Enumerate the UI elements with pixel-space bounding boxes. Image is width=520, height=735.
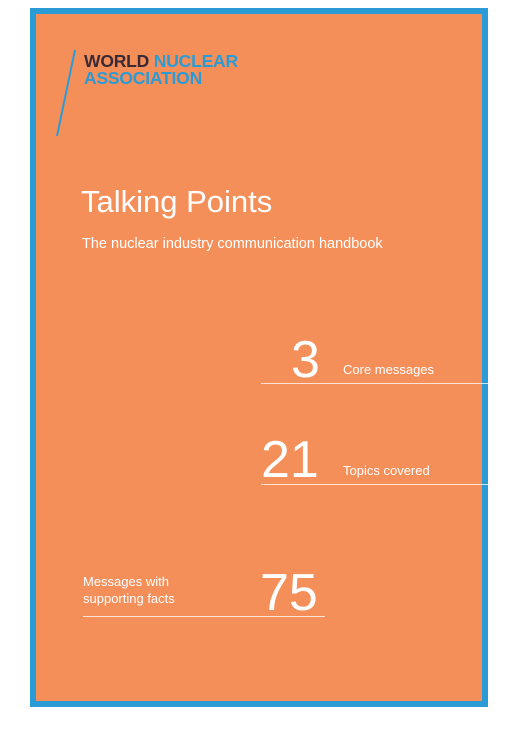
stat-messages-with-facts: Messages with supporting facts 75 bbox=[83, 564, 325, 622]
logo-slash-mark bbox=[56, 49, 76, 137]
stat-topics-covered: 21 Topics covered bbox=[261, 431, 503, 489]
logo-text-line2: ASSOCIATION bbox=[84, 68, 203, 88]
stat-label: Core messages bbox=[343, 362, 435, 377]
stat-label-line1: Messages with bbox=[83, 574, 169, 589]
cover-title: Talking Points bbox=[81, 184, 273, 219]
handbook-cover: WORLD NUCLEAR ASSOCIATION Talking Points… bbox=[30, 8, 503, 707]
stat-number: 21 bbox=[261, 431, 319, 489]
cover-subtitle: The nuclear industry communication handb… bbox=[82, 236, 383, 252]
stat-core-messages: 3 Core messages bbox=[261, 331, 503, 389]
stat-label: Messages with supporting facts bbox=[83, 573, 175, 607]
world-nuclear-association-logo: WORLD NUCLEAR ASSOCIATION bbox=[54, 48, 334, 138]
stat-label: Topics covered bbox=[343, 463, 430, 478]
stat-number: 3 bbox=[291, 331, 320, 389]
stat-label-line2: supporting facts bbox=[83, 591, 175, 606]
stat-number: 75 bbox=[260, 564, 318, 622]
